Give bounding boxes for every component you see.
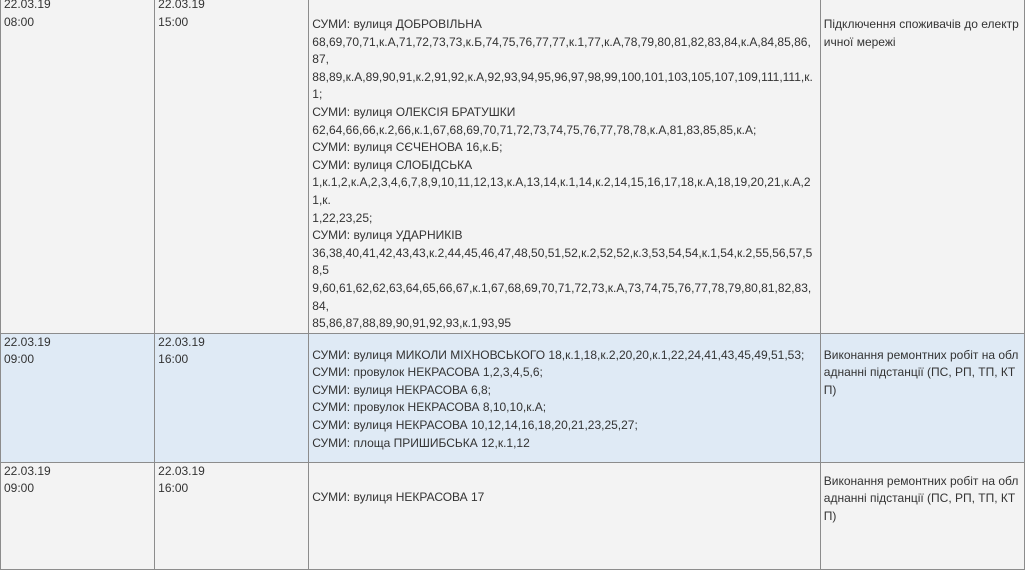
end-cell: 22.03.19 16:00 — [154, 461, 310, 570]
address-cell: СУМИ: вулиця ДОБРОВІЛЬНА 68,69,70,71,к.А… — [308, 0, 821, 334]
table-row: 22.03.19 09:00 22.03.19 16:00 СУМИ: вули… — [0, 332, 1025, 463]
reason-cell: Виконання ремонтних робіт на обладнанні … — [819, 332, 1025, 463]
address-line: СУМИ: провулок НЕКРАСОВА 8,10,10,к.А; — [312, 400, 547, 415]
reason-text: Виконання ремонтних робіт на обладнанні … — [823, 347, 1019, 397]
reason-text: Підключення споживачів до електричної ме… — [823, 17, 1019, 49]
start-cell: 22.03.19 08:00 — [0, 0, 156, 334]
table-row: 22.03.19 08:00 22.03.19 15:00 СУМИ: вули… — [0, 0, 1025, 334]
end-cell: 22.03.19 16:00 — [154, 332, 310, 463]
start-date: 22.03.19 — [4, 334, 51, 349]
address-line: 1,22,23,25; — [312, 210, 373, 225]
address-line: СУМИ: вулиця МИКОЛИ МІХНОВСЬКОГО 18,к.1,… — [312, 347, 805, 362]
address-line: 85,86,87,88,89,90,91,92,93,к.1,93,95 — [312, 316, 512, 331]
address-line: СУМИ: площа ПРИШИБСЬКА 12,к.1,12 — [312, 435, 530, 450]
start-cell: 22.03.19 09:00 — [0, 461, 156, 570]
address-line: СУМИ: вулиця НЕКРАСОВА 17 — [312, 489, 485, 504]
end-time: 16:00 — [158, 481, 189, 496]
end-date: 22.03.19 — [158, 334, 205, 349]
table-row: 22.03.19 09:00 22.03.19 16:00 СУМИ: вули… — [0, 461, 1025, 570]
address-cell: СУМИ: вулиця МИКОЛИ МІХНОВСЬКОГО 18,к.1,… — [308, 332, 821, 463]
address-line: СУМИ: вулиця УДАРНИКІВ — [312, 228, 463, 243]
start-time: 09:00 — [4, 481, 35, 496]
reason-cell: Виконання ремонтних робіт на обладнанні … — [819, 461, 1025, 570]
address-line: СУМИ: провулок НЕКРАСОВА 1,2,3,4,5,6; — [312, 365, 543, 380]
address-line: СУМИ: вулиця ДОБРОВІЛЬНА — [312, 17, 482, 31]
address-line: 36,38,40,41,42,43,43,к.2,44,45,46,47,48,… — [312, 245, 813, 278]
reason-cell: Підключення споживачів до електричної ме… — [819, 0, 1025, 334]
address-line: 62,64,66,66,к.2,66,к.1,67,68,69,70,71,72… — [312, 122, 757, 137]
start-date: 22.03.19 — [4, 0, 51, 11]
address-line: СУМИ: вулиця НЕКРАСОВА 10,12,14,16,18,20… — [312, 418, 638, 433]
end-cell: 22.03.19 15:00 — [154, 0, 310, 334]
start-date: 22.03.19 — [4, 463, 51, 478]
reason-text: Виконання ремонтних робіт на обладнанні … — [823, 473, 1019, 523]
end-date: 22.03.19 — [158, 0, 205, 11]
end-date: 22.03.19 — [158, 463, 205, 478]
address-line: 9,60,61,62,62,63,64,65,66,67,к.1,67,68,6… — [312, 280, 812, 313]
end-time: 16:00 — [158, 352, 189, 367]
address-line: СУМИ: вулиця ОЛЕКСІЯ БРАТУШКИ — [312, 104, 516, 119]
start-time: 08:00 — [4, 14, 35, 29]
start-cell: 22.03.19 09:00 — [0, 332, 156, 463]
address-cell: СУМИ: вулиця НЕКРАСОВА 17 — [308, 461, 821, 570]
address-line: СУМИ: вулиця СЛОБІДСЬКА — [312, 157, 473, 172]
address-line: 68,69,70,71,к.А,71,72,73,73,к.Б,74,75,76… — [312, 34, 811, 67]
end-time: 15:00 — [158, 14, 189, 29]
address-line: 88,89,к.А,89,90,91,к.2,91,92,к.А,92,93,9… — [312, 69, 813, 102]
outage-schedule-table: 22.03.19 08:00 22.03.19 15:00 СУМИ: вули… — [0, 0, 1025, 570]
address-line: СУМИ: вулиця СЄЧЕНОВА 16,к.Б; — [312, 140, 503, 155]
address-line: 1,к.1,2,к.А,2,3,4,6,7,8,9,10,11,12,13,к.… — [312, 175, 811, 207]
start-time: 09:00 — [4, 352, 35, 367]
address-line: СУМИ: вулиця НЕКРАСОВА 6,8; — [312, 382, 492, 397]
